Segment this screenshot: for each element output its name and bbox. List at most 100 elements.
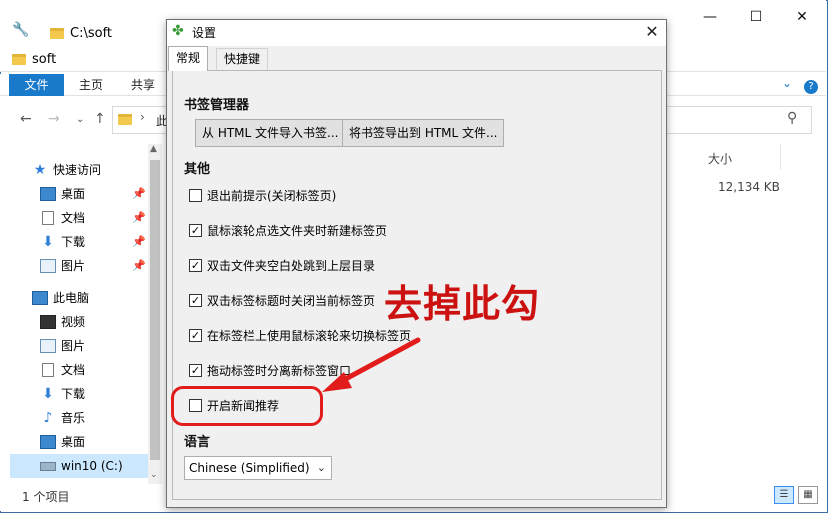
large-icons-view-button[interactable]: ▦: [798, 486, 818, 504]
picture-icon: [40, 339, 56, 353]
scroll-down-icon[interactable]: ⌄: [150, 470, 158, 480]
nav-item-desktop[interactable]: 桌面 📌: [0, 182, 148, 206]
nav-scrollbar-thumb[interactable]: [150, 160, 160, 460]
ribbon-file-tab[interactable]: 文件: [9, 74, 64, 96]
nav-item-pictures[interactable]: 图片 📌: [0, 254, 148, 278]
nav-item-pictures-pc[interactable]: 图片: [0, 334, 148, 358]
up-icon[interactable]: ↑: [94, 111, 106, 127]
nav-item-downloads-pc[interactable]: ⬇ 下载: [0, 382, 148, 406]
checkbox[interactable]: ✓: [189, 294, 202, 307]
chevron-down-icon: ⌄: [316, 461, 326, 474]
clover-icon: ✤: [172, 23, 184, 39]
language-select[interactable]: Chinese (Simplified) ⌄: [184, 456, 332, 480]
tab-soft[interactable]: soft: [12, 50, 56, 70]
pin-icon[interactable]: 📌: [132, 254, 146, 278]
minimize-button[interactable]: —: [690, 4, 730, 30]
folder-icon: [118, 114, 132, 125]
download-arrow-icon: ⬇: [42, 234, 54, 250]
checkbox[interactable]: ✓: [189, 224, 202, 237]
checkbox[interactable]: ✓: [189, 259, 202, 272]
pin-icon[interactable]: 📌: [132, 182, 146, 206]
nav-item-music[interactable]: ♪ 音乐: [0, 406, 148, 430]
pin-icon[interactable]: 📌: [132, 206, 146, 230]
recent-locations-icon[interactable]: ⌄: [76, 114, 84, 125]
option-label: 退出前提示(关闭标签页): [207, 189, 337, 203]
nav-label: 桌面: [61, 435, 86, 449]
details-view-button[interactable]: ☰: [774, 486, 794, 504]
star-icon: ★: [33, 162, 47, 178]
option-label: 鼠标滚轮点选文件夹时新建标签页: [207, 224, 388, 238]
tab-soft-label: soft: [32, 52, 57, 67]
desktop-icon: [40, 435, 56, 449]
forward-icon[interactable]: →: [48, 111, 60, 127]
nav-item-videos[interactable]: 视频: [0, 310, 148, 334]
folder-icon: [12, 54, 26, 65]
ribbon-share-tab[interactable]: 共享: [131, 74, 155, 96]
nav-label: 下载: [61, 235, 86, 249]
dialog-titlebar: [167, 20, 666, 46]
nav-this-pc[interactable]: 此电脑: [0, 286, 148, 310]
nav-item-documents[interactable]: 文档 📌: [0, 206, 148, 230]
checkbox[interactable]: ✓: [189, 364, 202, 377]
music-icon: ♪: [43, 410, 53, 426]
nav-label: 图片: [61, 339, 86, 353]
nav-label: 此电脑: [53, 291, 90, 305]
tab-path-label: C:\soft: [70, 26, 113, 41]
nav-label: 图片: [61, 259, 86, 273]
nav-label: win10 (C:): [61, 459, 123, 473]
back-icon[interactable]: ←: [20, 111, 32, 127]
nav-label: 快速访问: [53, 163, 102, 177]
video-icon: [40, 315, 56, 329]
ribbon-expand-icon[interactable]: ⌄: [782, 76, 792, 90]
drive-icon: [40, 462, 56, 471]
nav-label: 桌面: [61, 187, 86, 201]
status-item-count: 1 个项目: [22, 490, 70, 504]
bookmark-manager-heading: 书签管理器: [184, 98, 250, 113]
dialog-title: 设置: [192, 26, 217, 40]
export-bookmarks-button[interactable]: 将书签导出到 HTML 文件...: [342, 119, 505, 147]
option-label: 双击标签标题时关闭当前标签页: [207, 294, 376, 308]
help-icon[interactable]: ?: [804, 80, 818, 94]
ribbon-home-tab[interactable]: 主页: [79, 74, 103, 96]
dialog-close-button[interactable]: ✕: [640, 21, 664, 43]
annotation-arrow-icon: [322, 337, 421, 392]
annotation-text: 去掉此勾: [384, 282, 541, 326]
maximize-button[interactable]: ☐: [736, 4, 776, 30]
tab-shortcuts[interactable]: 快捷键: [216, 48, 269, 70]
nav-quick-access[interactable]: ★ 快速访问: [0, 158, 148, 182]
pin-icon[interactable]: 📌: [132, 230, 146, 254]
column-header-size[interactable]: 大小: [708, 150, 732, 167]
nav-label: 音乐: [61, 411, 86, 425]
file-size-cell: 12,134 KB: [718, 180, 780, 194]
nav-item-documents-pc[interactable]: 文档: [0, 358, 148, 382]
import-bookmarks-button[interactable]: 从 HTML 文件导入书签...: [195, 119, 346, 147]
language-selected-value: Chinese (Simplified): [189, 461, 310, 475]
tab-path[interactable]: C:\soft: [40, 22, 122, 46]
tab-general[interactable]: 常规: [168, 46, 209, 71]
nav-label: 下载: [61, 387, 86, 401]
nav-label: 视频: [61, 315, 86, 329]
option-label: 双击文件夹空白处跳到上层目录: [207, 259, 376, 273]
wrench-icon[interactable]: 🔧: [12, 22, 29, 38]
folder-icon: [50, 28, 64, 39]
download-arrow-icon: ⬇: [42, 386, 54, 402]
checkbox[interactable]: [189, 189, 202, 202]
close-button[interactable]: ✕: [782, 4, 822, 30]
address-chevron-icon[interactable]: ›: [140, 110, 145, 124]
other-heading: 其他: [184, 162, 211, 177]
nav-item-drive-c[interactable]: win10 (C:): [10, 454, 148, 478]
nav-label: 文档: [61, 211, 86, 225]
document-icon: [42, 211, 54, 225]
language-heading: 语言: [184, 435, 211, 450]
checkbox[interactable]: ✓: [189, 329, 202, 342]
nav-item-downloads[interactable]: ⬇ 下载 📌: [0, 230, 148, 254]
search-icon[interactable]: ⚲: [787, 110, 797, 126]
column-divider[interactable]: [780, 144, 781, 170]
nav-label: 文档: [61, 363, 86, 377]
scroll-up-icon[interactable]: ▲: [150, 144, 157, 154]
desktop-icon: [40, 187, 56, 201]
nav-item-desktop-pc[interactable]: 桌面: [0, 430, 148, 454]
computer-icon: [32, 291, 48, 305]
document-icon: [42, 363, 54, 377]
picture-icon: [40, 259, 56, 273]
